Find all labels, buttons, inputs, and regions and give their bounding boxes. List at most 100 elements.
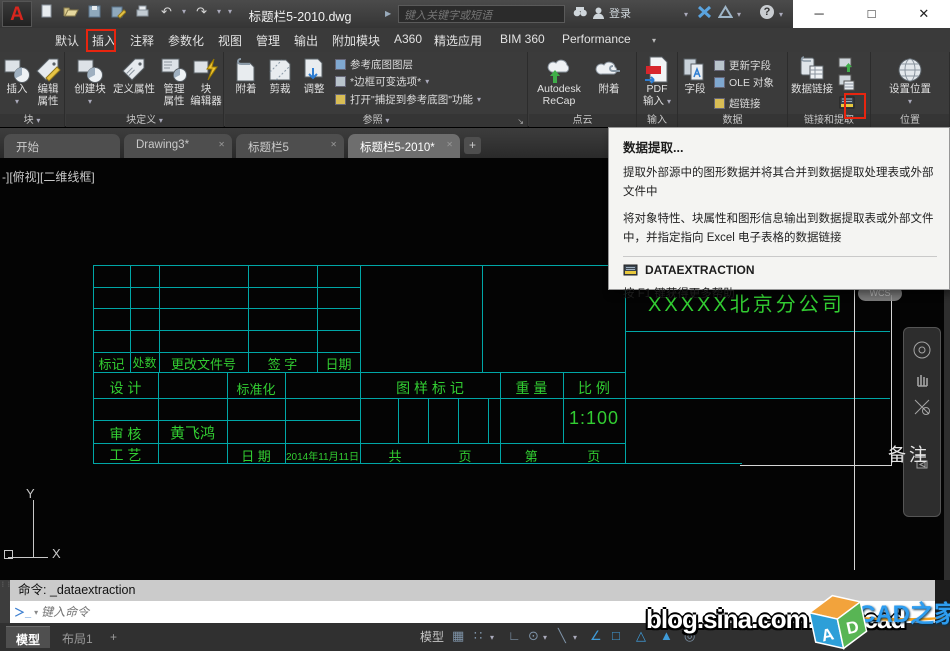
snap-mode-icon[interactable]: ∷ bbox=[474, 628, 482, 644]
model-tab[interactable]: 模型 bbox=[6, 626, 50, 648]
file-tab-start[interactable]: 开始 bbox=[4, 134, 120, 158]
reference-dialog-launcher-icon[interactable]: ↘ bbox=[517, 117, 524, 126]
field-icon bbox=[681, 56, 709, 84]
file-tab-titleblock5-2010[interactable]: 标题栏5-2010*✕ bbox=[348, 134, 460, 158]
adjust-button[interactable]: 调整 bbox=[298, 56, 330, 96]
tab-performance[interactable]: Performance bbox=[562, 32, 631, 46]
extract-data-upload-icon bbox=[838, 56, 855, 73]
recent-commands-icon[interactable]: ▾ bbox=[34, 608, 38, 617]
panel-label-import[interactable]: 输入 bbox=[637, 114, 677, 127]
exchange-apps-icon[interactable] bbox=[697, 5, 712, 19]
frame-option-button[interactable]: *边框可变选项* ▾ bbox=[335, 74, 429, 89]
pan-hand-icon[interactable] bbox=[913, 370, 931, 388]
tab-output[interactable]: 输出 bbox=[294, 32, 318, 49]
app-menu-button[interactable]: A bbox=[2, 1, 32, 27]
a360-icon[interactable] bbox=[718, 5, 733, 19]
isoplane-caret-icon[interactable]: ▾ bbox=[573, 633, 577, 642]
file-tab-drawing3[interactable]: Drawing3*✕ bbox=[124, 134, 232, 158]
tab-a360[interactable]: A360 bbox=[394, 32, 422, 46]
highlight-box-data-extraction bbox=[844, 93, 866, 119]
update-field-button[interactable]: 更新字段 bbox=[714, 58, 771, 73]
layout1-tab[interactable]: 布局1 bbox=[52, 626, 103, 648]
panel-label-block-definition[interactable]: 块定义 ▾ bbox=[66, 114, 223, 127]
data-link-button[interactable]: 数据链接 bbox=[790, 56, 834, 96]
zoom-icon[interactable] bbox=[913, 398, 931, 416]
signin-caret-icon[interactable]: ▾ bbox=[684, 10, 688, 19]
new-drawing-tab-button[interactable]: + bbox=[464, 137, 481, 154]
redo-icon[interactable]: ↷ bbox=[193, 3, 210, 20]
tab-bim360[interactable]: BIM 360 bbox=[500, 32, 545, 46]
search-flyout-icon[interactable]: ▶ bbox=[385, 9, 391, 18]
snap-caret-icon[interactable]: ▾ bbox=[490, 633, 494, 642]
polar-caret-icon[interactable]: ▾ bbox=[543, 633, 547, 642]
navigation-bar[interactable] bbox=[903, 327, 941, 517]
signin-button[interactable]: 登录 bbox=[592, 5, 631, 21]
tab-addins[interactable]: 附加模块 bbox=[332, 32, 380, 49]
tab-close-icon[interactable]: ✕ bbox=[218, 140, 225, 149]
object-snap-icon[interactable]: □ bbox=[612, 628, 620, 643]
panel-label-data[interactable]: 数据 bbox=[678, 114, 787, 127]
hyperlink-button[interactable]: 超链接 bbox=[714, 96, 761, 111]
ole-object-button[interactable]: OLE 对象 bbox=[714, 75, 774, 90]
tab-view[interactable]: 视图 bbox=[218, 32, 242, 49]
panel-label-location[interactable]: 位置 bbox=[871, 114, 949, 127]
ortho-mode-icon[interactable]: ∟ bbox=[508, 628, 521, 643]
recap-button[interactable]: Autodesk ReCap bbox=[535, 56, 583, 107]
block-editor-button[interactable]: 块 编辑器 bbox=[190, 56, 222, 107]
save-as-icon[interactable] bbox=[110, 3, 127, 20]
new-layout-button[interactable]: + bbox=[100, 626, 127, 648]
minimize-button[interactable]: ─ bbox=[793, 0, 845, 28]
a360-caret-icon[interactable]: ▾ bbox=[737, 10, 741, 19]
tb-design-label: 设 计 bbox=[93, 378, 158, 398]
snap-to-underlay-button[interactable]: 打开"捕捉到参考底图"功能 ▾ bbox=[335, 92, 481, 107]
help-caret-icon[interactable]: ▾ bbox=[779, 10, 783, 19]
define-attribute-button[interactable]: 定义属性 bbox=[112, 56, 156, 96]
dynamic-input-icon[interactable]: △ bbox=[636, 628, 646, 644]
open-file-icon[interactable] bbox=[62, 3, 79, 20]
undo-caret-icon[interactable]: ▾ bbox=[182, 7, 186, 16]
panel-reference: 附着 剪裁 调整 参考底图图层 *边框可变选项* ▾ 打开"捕捉到参考底图 bbox=[225, 52, 528, 127]
viewport-controls[interactable]: -][俯视][二维线框] bbox=[2, 168, 95, 185]
manage-attributes-button[interactable]: 管理 属性 bbox=[158, 56, 190, 107]
clip-button[interactable]: 剪裁 bbox=[264, 56, 296, 96]
ribbon-collapse-icon[interactable]: ▾ bbox=[652, 36, 656, 45]
annotation-monitor-icon[interactable]: ∠ bbox=[590, 628, 602, 644]
close-button[interactable]: ✕ bbox=[898, 0, 950, 28]
tab-default[interactable]: 默认 bbox=[55, 32, 79, 49]
polar-tracking-icon[interactable]: ⊙ bbox=[528, 628, 539, 644]
tab-parametric[interactable]: 参数化 bbox=[168, 32, 204, 49]
command-window-grip[interactable]: ⋮⋮ bbox=[0, 580, 10, 623]
pdf-import-button[interactable]: PDF 输入 ▾ bbox=[640, 56, 674, 107]
field-button[interactable]: 字段 bbox=[680, 56, 710, 96]
grid-display-icon[interactable]: ▦ bbox=[452, 628, 464, 644]
maximize-button[interactable]: □ bbox=[845, 0, 897, 28]
tab-featured[interactable]: 精选应用 bbox=[434, 32, 482, 49]
plot-icon[interactable] bbox=[134, 3, 151, 20]
help-search-box[interactable] bbox=[398, 5, 565, 23]
help-search-input[interactable] bbox=[399, 8, 564, 24]
tab-annotate[interactable]: 注释 bbox=[130, 32, 154, 49]
panel-label-reference[interactable]: 参照 ▾ bbox=[225, 114, 527, 127]
tab-close-icon[interactable]: ✕ bbox=[446, 140, 453, 149]
point-cloud-attach-button[interactable]: 附着 bbox=[589, 56, 629, 96]
tab-close-icon[interactable]: ✕ bbox=[330, 140, 337, 149]
attach-button[interactable]: 附着 bbox=[230, 56, 262, 96]
insert-block-button[interactable]: 插入▾ bbox=[2, 56, 32, 107]
set-location-button[interactable]: 设置位置 ▾ bbox=[887, 56, 933, 107]
file-tab-titleblock5[interactable]: 标题栏5✕ bbox=[236, 134, 344, 158]
edit-attribute-button[interactable]: 编辑 属性 bbox=[33, 56, 63, 107]
steering-wheel-icon[interactable] bbox=[912, 340, 932, 360]
underlay-layers-button[interactable]: 参考底图图层 bbox=[335, 57, 413, 72]
model-space-toggle[interactable]: 模型 bbox=[420, 628, 444, 645]
search-binoculars-icon[interactable] bbox=[572, 5, 588, 19]
save-icon[interactable] bbox=[86, 3, 103, 20]
new-file-icon[interactable] bbox=[38, 3, 55, 20]
undo-icon[interactable]: ↶ bbox=[158, 3, 175, 20]
panel-label-block[interactable]: 块 ▾ bbox=[0, 114, 64, 127]
create-block-button[interactable]: 创建块▾ bbox=[70, 56, 110, 107]
tab-manage[interactable]: 管理 bbox=[256, 32, 280, 49]
tb-standardize-label: 标准化 bbox=[227, 379, 285, 398]
isoplane-icon[interactable]: ╲ bbox=[558, 628, 566, 644]
help-icon[interactable]: ? bbox=[760, 5, 774, 19]
panel-label-point-cloud[interactable]: 点云 bbox=[529, 114, 636, 127]
